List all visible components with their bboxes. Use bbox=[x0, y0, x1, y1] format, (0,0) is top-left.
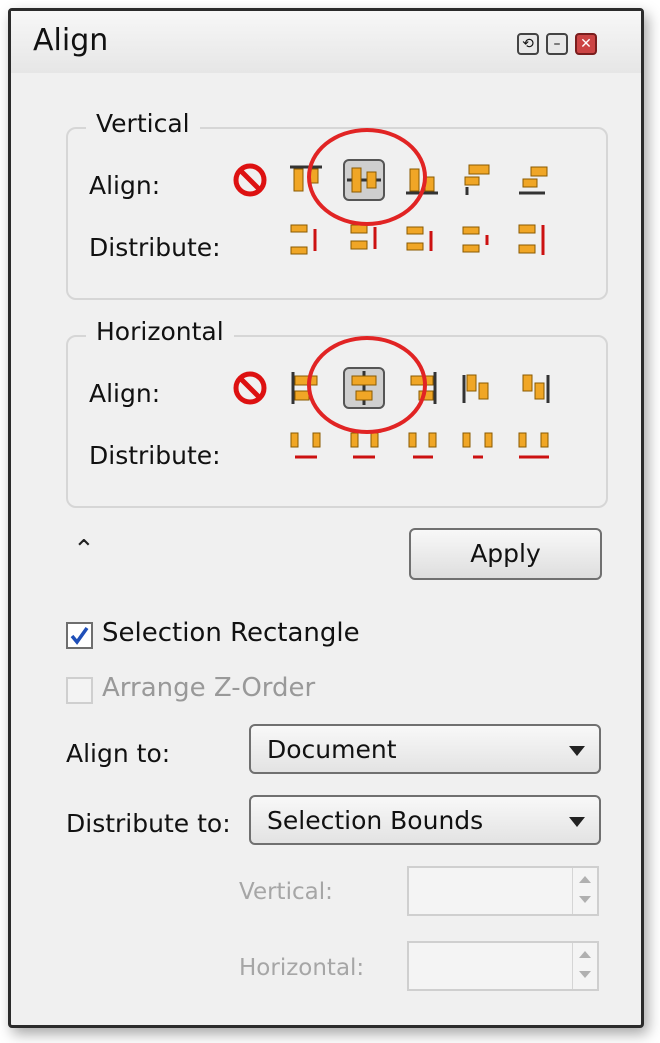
checkmark-icon bbox=[70, 626, 89, 645]
horizontal-distribute-label: Distribute: bbox=[89, 441, 221, 470]
distribute-bottom-icon[interactable] bbox=[403, 221, 441, 259]
vertical-spin-input[interactable] bbox=[407, 866, 599, 916]
apply-button[interactable]: Apply bbox=[409, 528, 602, 580]
no-align-icon[interactable] bbox=[231, 161, 269, 199]
vertical-spin-buttons[interactable] bbox=[572, 868, 597, 914]
stack-top-icon[interactable] bbox=[459, 161, 497, 199]
distribute-left-icon[interactable] bbox=[287, 429, 325, 467]
stack-right-icon[interactable] bbox=[515, 369, 553, 407]
title-bar[interactable]: Align ⟲ – ✕ bbox=[11, 11, 641, 73]
selection-rectangle-label: Selection Rectangle bbox=[102, 618, 360, 648]
distribute-to-select[interactable]: Selection Bounds bbox=[249, 795, 601, 845]
align-to-label: Align to: bbox=[66, 739, 171, 768]
align-bottom-icon[interactable] bbox=[403, 161, 441, 199]
distribute-center-icon[interactable] bbox=[347, 429, 385, 467]
chevron-down-icon bbox=[569, 817, 585, 827]
distribute-gap-icon[interactable] bbox=[459, 429, 497, 467]
selection-rectangle-checkbox[interactable] bbox=[66, 622, 93, 649]
horizontal-spin-buttons[interactable] bbox=[572, 943, 597, 989]
float-toggle-button[interactable]: ⟲ bbox=[517, 33, 539, 55]
close-button[interactable]: ✕ bbox=[575, 33, 597, 55]
distribute-top-icon[interactable] bbox=[287, 221, 325, 259]
align-panel: Align ⟲ – ✕ Vertical Align: Distribute: bbox=[8, 8, 644, 1028]
vertical-group: Vertical bbox=[66, 109, 608, 300]
distribute-space-icon[interactable] bbox=[515, 429, 553, 467]
align-right-icon[interactable] bbox=[403, 369, 441, 407]
distribute-center-icon[interactable] bbox=[347, 221, 385, 259]
arrange-z-order-checkbox[interactable] bbox=[66, 677, 93, 704]
collapse-chevron-icon[interactable]: ⌃ bbox=[73, 535, 95, 565]
vertical-align-label: Align: bbox=[89, 171, 161, 200]
spin-down-icon[interactable] bbox=[579, 896, 591, 903]
align-center-icon[interactable] bbox=[343, 367, 385, 409]
vertical-legend: Vertical bbox=[86, 109, 200, 138]
horizontal-spin-label: Horizontal: bbox=[239, 955, 365, 981]
no-align-icon[interactable] bbox=[231, 369, 269, 407]
horizontal-align-label: Align: bbox=[89, 379, 161, 408]
minimize-icon: – bbox=[553, 36, 561, 52]
distribute-to-value: Selection Bounds bbox=[267, 806, 484, 835]
chevron-down-icon bbox=[569, 746, 585, 756]
vertical-distribute-label: Distribute: bbox=[89, 233, 221, 262]
align-top-icon[interactable] bbox=[287, 161, 325, 199]
distribute-right-icon[interactable] bbox=[403, 429, 441, 467]
align-to-select[interactable]: Document bbox=[249, 724, 601, 774]
distribute-gap-icon[interactable] bbox=[459, 221, 497, 259]
panel-title: Align bbox=[33, 23, 109, 58]
distribute-space-icon[interactable] bbox=[515, 221, 553, 259]
stack-bottom-icon[interactable] bbox=[515, 161, 553, 199]
horizontal-group: Horizontal bbox=[66, 317, 608, 508]
align-to-value: Document bbox=[267, 735, 397, 764]
spin-up-icon[interactable] bbox=[579, 951, 591, 958]
vertical-spin-label: Vertical: bbox=[239, 879, 333, 905]
distribute-to-label: Distribute to: bbox=[66, 809, 231, 838]
stack-left-icon[interactable] bbox=[459, 369, 497, 407]
arrange-z-order-label: Arrange Z-Order bbox=[102, 673, 316, 703]
spin-down-icon[interactable] bbox=[579, 971, 591, 978]
pin-icon: ⟲ bbox=[522, 36, 534, 52]
minimize-button[interactable]: – bbox=[546, 33, 568, 55]
spin-up-icon[interactable] bbox=[579, 876, 591, 883]
close-icon: ✕ bbox=[580, 36, 592, 52]
horizontal-spin-input[interactable] bbox=[407, 941, 599, 991]
align-middle-icon[interactable] bbox=[343, 159, 385, 201]
align-left-icon[interactable] bbox=[287, 369, 325, 407]
horizontal-legend: Horizontal bbox=[86, 317, 234, 346]
